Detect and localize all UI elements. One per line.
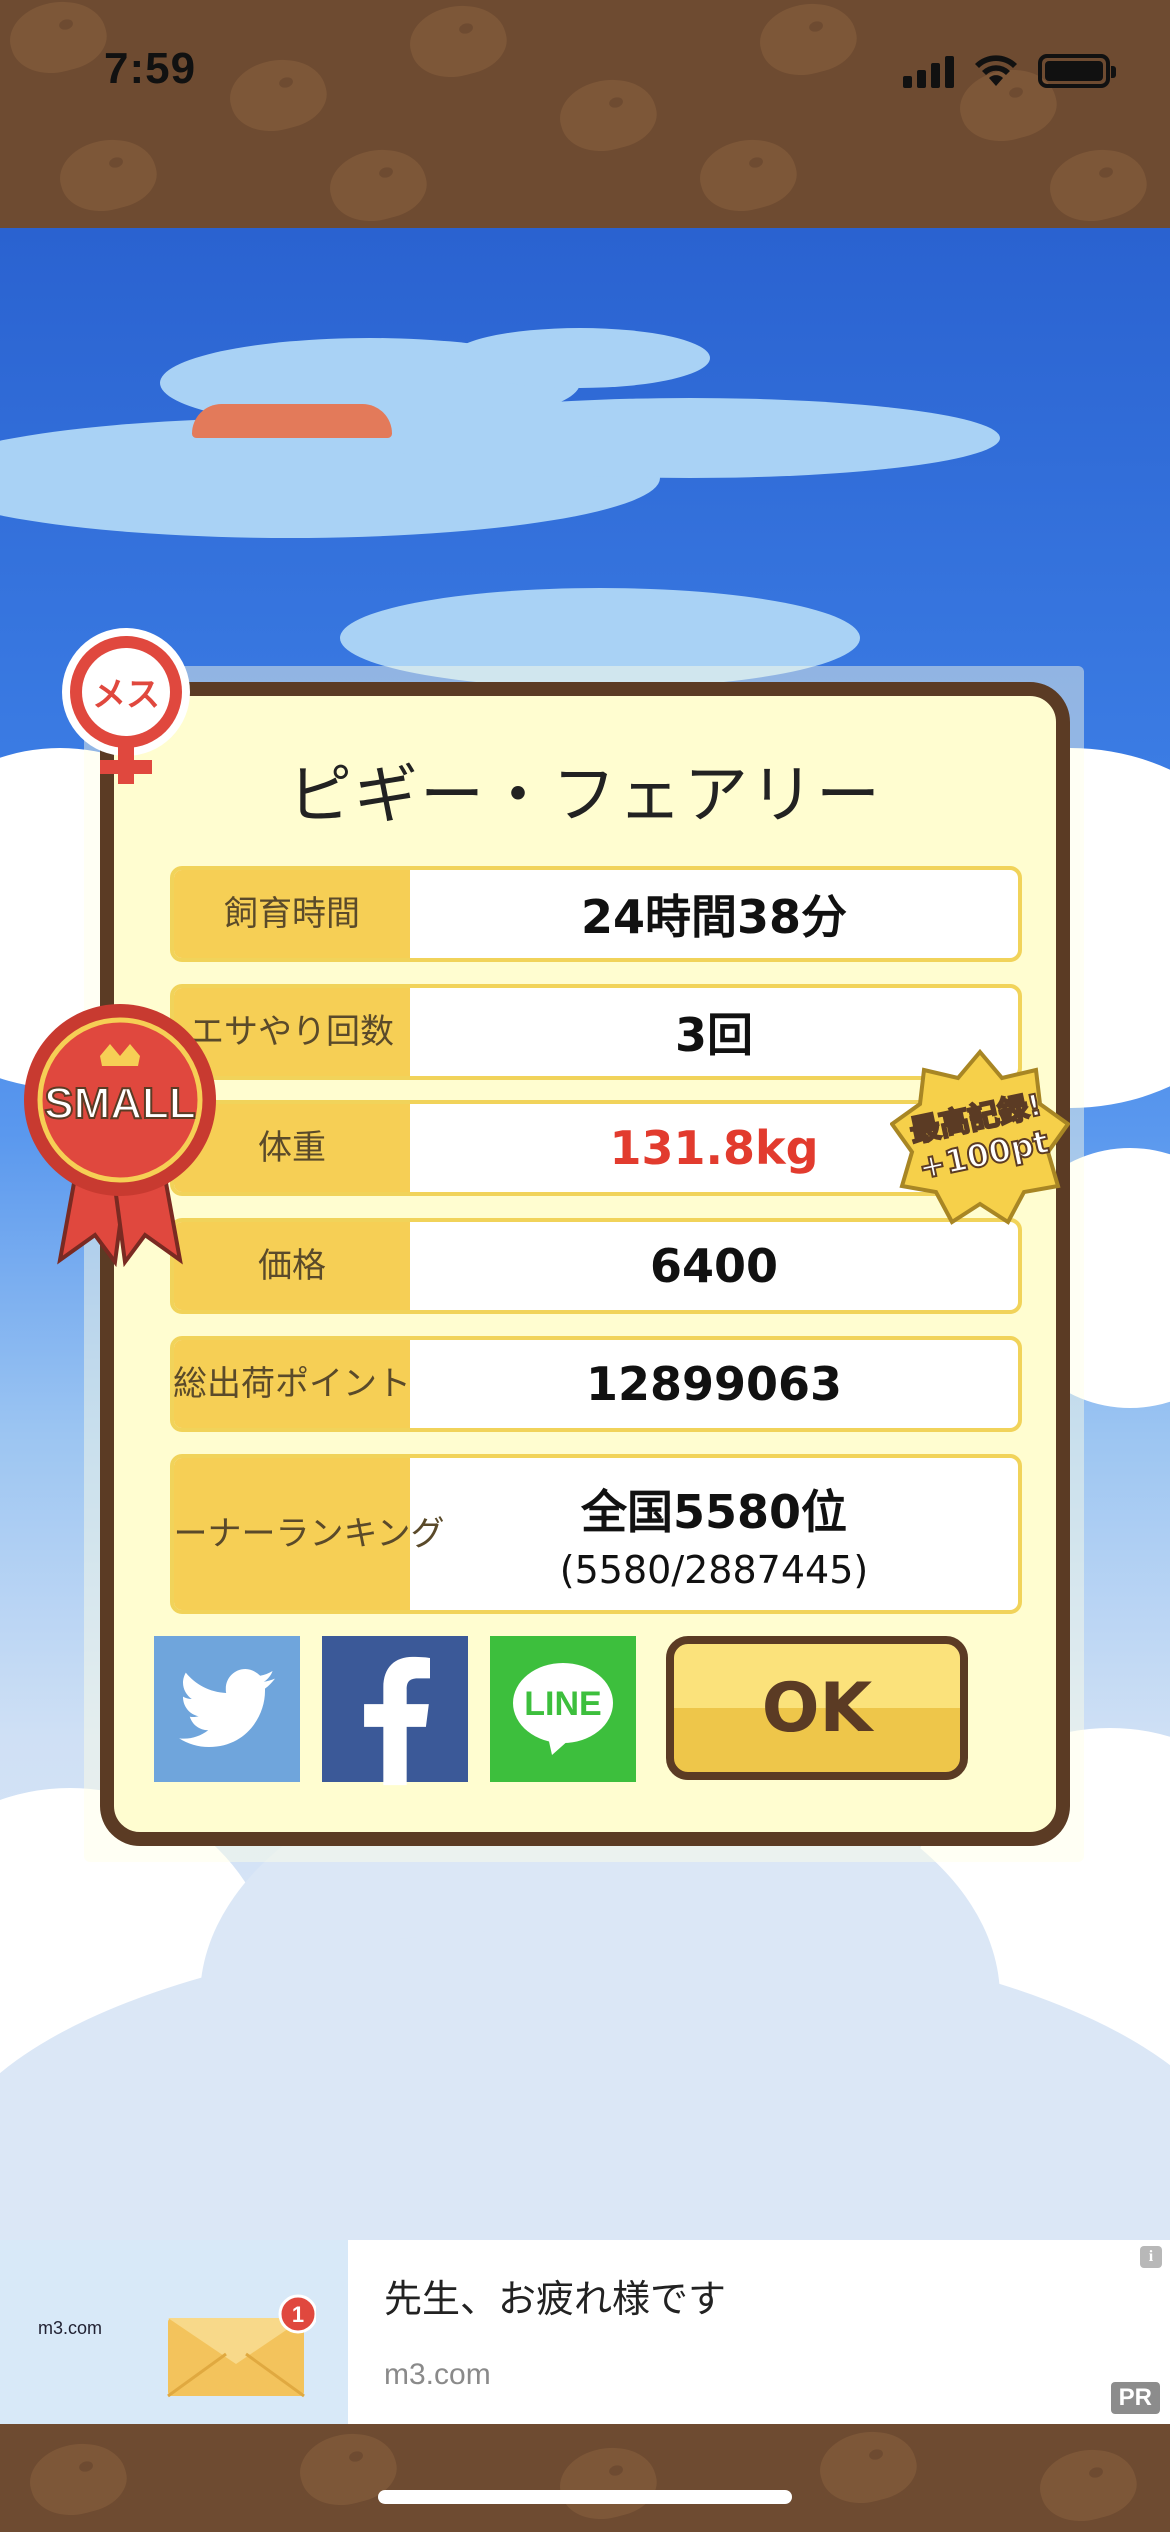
airship-illustration [192,404,392,438]
size-label: SMALL [44,1079,196,1128]
battery-icon [1038,54,1116,88]
record-badge-icon: 最高記録! +100pt [890,1048,1070,1225]
ad-banner[interactable]: m3.com 1 先生、お疲れ様です m3.com PR i [0,2240,1170,2424]
row-total-shipping-points: 総出荷 ポイント 12899063 [170,1336,1022,1432]
line-share-button[interactable]: LINE [490,1636,636,1782]
ad-domain: m3.com [384,2358,491,2391]
status-time: 7:59 [104,44,197,93]
mail-envelope-icon: 1 [167,2294,316,2398]
row-price: 価格 6400 [170,1218,1022,1314]
wifi-icon [975,55,1017,86]
status-icons [903,52,1116,88]
notification-count: 1 [292,2302,304,2327]
row-value: 6400 [649,1239,779,1293]
facebook-share-button[interactable] [322,1636,468,1786]
row-label-line: 総出荷 [173,1363,275,1404]
row-value: 12899063 [585,1357,843,1411]
pig-name-title: ピギー・フェアリー [288,759,882,833]
small-ribbon-badge-icon: SMALL [24,1004,216,1268]
top-background [0,0,1170,228]
cellular-signal-icon [903,56,954,88]
ad-brand-logo: m3.com [38,2318,103,2338]
facebook-f-icon [364,1656,430,1786]
row-value: 全国5580位 (5580/2887445) [410,1458,1018,1610]
row-label: 総出荷 ポイント [173,1340,411,1428]
row-value: 24時間38分 [580,890,848,944]
ranking-detail: (5580/2887445) [559,1548,869,1592]
ad-title: 先生、お疲れ様です [384,2277,727,2321]
row-label-line: ポイント [275,1363,411,1404]
bottom-background [0,2424,1170,2532]
line-speech-bubble-icon: LINE [513,1663,613,1755]
row-label-line: オーナー [173,1513,276,1554]
gender-label: メス [92,675,160,715]
result-dialog: ピギー・フェアリー 飼育時間 24時間38分 エサやり回数 3回 体重 131.… [100,682,1070,1846]
row-owner-ranking: オーナー ランキング 全国5580位 (5580/2887445) [170,1454,1022,1614]
ranking-value: 全国5580位 [580,1485,848,1539]
row-label: オーナー ランキング [174,1458,445,1610]
line-label: LINE [524,1685,601,1723]
ad-image: m3.com 1 [0,2240,348,2424]
ad-info-icon[interactable]: i [1140,2246,1162,2268]
ok-button[interactable]: OK [666,1636,968,1780]
female-badge-icon: メス [62,628,190,784]
row-breeding-time: 飼育時間 24時間38分 [170,866,1022,962]
ad-pr-label: PR [1110,2382,1160,2414]
twitter-bird-icon [179,1669,275,1747]
home-indicator[interactable] [378,2490,792,2504]
row-label: 飼育時間 [174,870,410,958]
twitter-share-button[interactable] [154,1636,300,1782]
